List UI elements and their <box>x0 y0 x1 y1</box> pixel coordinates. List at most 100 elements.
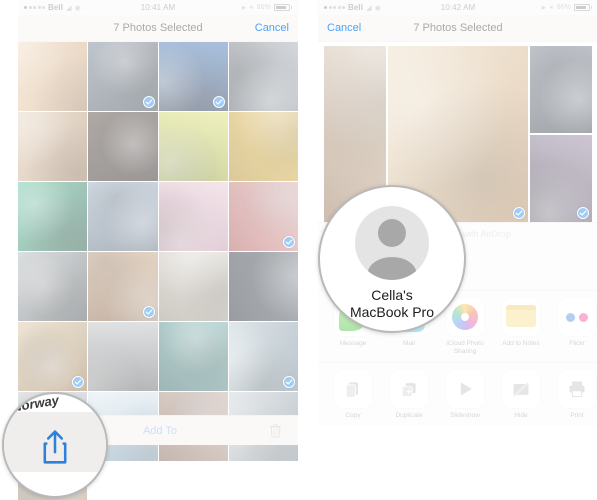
battery-percent-label: 86% <box>556 4 571 11</box>
photo-thumbnail <box>228 252 298 321</box>
photo-cell-green-room-tv[interactable] <box>18 182 88 251</box>
photo-texture <box>530 46 592 133</box>
action-copy[interactable]: Copy <box>330 370 376 420</box>
action-label: Slideshow <box>450 412 480 420</box>
photo-thumbnail <box>88 112 158 181</box>
callout-airdrop-target: Cella's MacBook Pro <box>318 185 466 333</box>
photo-texture <box>228 112 298 181</box>
callout-airdrop-name: Cella's MacBook Pro <box>350 287 434 319</box>
location-arrow-icon: ➤ <box>240 4 247 12</box>
copy-icon <box>334 370 372 409</box>
photo-cell-dinner-table[interactable] <box>88 252 158 321</box>
duplicate-icon <box>390 370 428 409</box>
wifi-icon: ◢ <box>66 4 72 12</box>
photo-cell-desk-papers[interactable] <box>158 252 228 321</box>
photo-cell-noodle-bowl[interactable] <box>18 322 88 391</box>
share-icon[interactable] <box>38 428 72 471</box>
carrier-label: Bell <box>48 3 64 12</box>
hide-icon <box>502 370 540 409</box>
person-avatar-icon <box>355 206 429 281</box>
battery-percent-label: 86% <box>256 4 271 11</box>
action-hide[interactable]: Hide <box>498 370 544 420</box>
photo-thumbnail <box>158 182 228 251</box>
photo-cell-dark-hallway[interactable] <box>88 112 158 181</box>
flickr-icon <box>558 298 596 336</box>
print-icon <box>558 370 596 409</box>
photo-thumbnail <box>18 182 88 251</box>
photo-thumbnail <box>228 112 298 181</box>
battery-icon <box>274 4 292 11</box>
action-duplicate[interactable]: Duplicate <box>386 370 432 420</box>
photo-texture <box>158 112 228 181</box>
photo-texture <box>158 252 228 321</box>
photo-thumbnail <box>18 42 88 111</box>
photo-cell-table-food[interactable] <box>18 112 88 181</box>
status-right-group: ➤ ⚹ 86% <box>240 4 292 12</box>
photo-texture <box>88 182 158 251</box>
signal-strength-icon <box>324 6 345 9</box>
trash-button[interactable] <box>262 423 288 438</box>
carrier-label: Bell <box>348 3 364 12</box>
notes-icon <box>502 298 540 336</box>
actions-list: Copy Duplicate Slideshow Hide Print <box>318 370 597 420</box>
callout-airdrop-name-line2: MacBook Pro <box>349 303 435 320</box>
photo-texture <box>88 112 158 181</box>
photo-selected-checkmark-icon <box>577 207 589 219</box>
photo-cell-gallery-corridor[interactable] <box>88 322 158 391</box>
share-app-label: Message <box>339 340 367 347</box>
action-label: Hide <box>514 412 528 420</box>
battery-icon <box>574 4 592 11</box>
photo-cell-group-photo[interactable] <box>228 42 298 111</box>
left-status-bar: Bell ◢ ◉ 10:41 AM ➤ ⚹ 86% <box>18 0 298 15</box>
bluetooth-icon: ⚹ <box>249 3 254 11</box>
action-slideshow[interactable]: Slideshow <box>442 370 488 420</box>
actions-row: Copy Duplicate Slideshow Hide Print <box>318 362 597 427</box>
photo-texture <box>158 182 228 251</box>
photo-cell-concert-lights[interactable] <box>158 42 228 111</box>
bluetooth-icon: ⚹ <box>549 3 554 11</box>
status-right-group: ➤ ⚹ 86% <box>540 4 592 12</box>
cancel-button[interactable]: Cancel <box>327 22 361 34</box>
status-left-group: Bell ◢ ◉ <box>24 3 81 12</box>
share-app-add-to-notes[interactable]: Add to Notes <box>498 298 544 356</box>
wifi-icon: ◢ <box>366 4 372 12</box>
photo-cell-lake-landscape[interactable] <box>228 322 298 391</box>
photo-thumbnail <box>88 322 158 391</box>
share-app-label: iCloud Photo Sharing <box>446 340 484 356</box>
preview-photo-woman-at-bar[interactable] <box>530 46 592 133</box>
photo-cell-yellow-studio[interactable] <box>158 112 228 181</box>
screenshot-stage: Bell ◢ ◉ 10:41 AM ➤ ⚹ 86% 7 Photos Selec… <box>0 0 597 500</box>
photo-thumbnail <box>158 322 228 391</box>
photo-cell-woman-teal-wall[interactable] <box>158 322 228 391</box>
photo-selected-checkmark-icon <box>142 306 155 318</box>
photo-cell-woman-portrait[interactable] <box>88 42 158 111</box>
photo-texture <box>88 322 158 391</box>
photo-cell-woman-denim-jacket[interactable] <box>88 182 158 251</box>
callout-airdrop-content: Cella's MacBook Pro <box>320 187 464 331</box>
share-app-label: Mail <box>403 340 415 347</box>
photo-cell-phone-in-hand[interactable] <box>18 252 88 321</box>
share-app-flickr[interactable]: Flickr <box>554 298 597 356</box>
photo-cell-costume-parade[interactable] <box>228 182 298 251</box>
photo-thumbnail <box>18 112 88 181</box>
action-print[interactable]: Print <box>554 370 597 420</box>
slideshow-play-icon <box>446 370 484 409</box>
photo-texture <box>18 252 88 321</box>
photo-cell-pizza-plate[interactable] <box>18 42 88 111</box>
callout-airdrop-name-line1: Cella's <box>371 287 413 304</box>
photo-selected-checkmark-icon <box>142 96 155 108</box>
photo-selected-checkmark-icon <box>212 96 225 108</box>
photo-texture <box>18 42 88 111</box>
photo-cell-store-signage[interactable] <box>228 112 298 181</box>
location-arrow-icon: ➤ <box>540 4 547 12</box>
share-app-label: Add to Notes <box>502 340 540 347</box>
photo-texture <box>18 112 88 181</box>
photo-texture <box>18 182 88 251</box>
rotation-lock-icon: ◉ <box>374 4 381 12</box>
left-nav-bar: 7 Photos Selected Cancel <box>18 15 298 42</box>
action-label: Copy <box>345 412 361 420</box>
photo-cell-toy-shelf[interactable] <box>158 182 228 251</box>
cancel-button[interactable]: Cancel <box>255 22 289 34</box>
photo-cell-night-crowd[interactable] <box>228 252 298 321</box>
preview-photo-woman-portrait-2[interactable] <box>530 135 592 222</box>
